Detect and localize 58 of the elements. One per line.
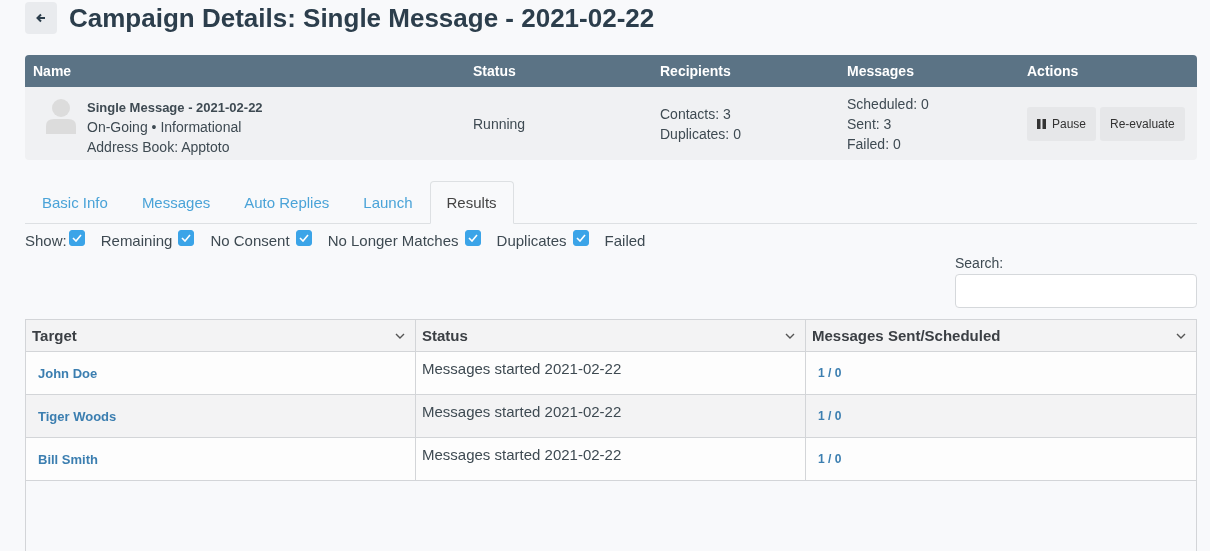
page-title: Campaign Details: Single Message - 2021-02-22 xyxy=(69,2,655,34)
recipient-count: Contacts: 3 xyxy=(660,105,731,122)
checkbox[interactable] xyxy=(464,229,481,246)
checkbox[interactable] xyxy=(572,229,589,246)
column-header[interactable]: Messages Sent/Scheduled xyxy=(806,320,1196,351)
tab[interactable]: Results xyxy=(429,181,514,224)
checkbox-label: Duplicates xyxy=(496,232,567,249)
message-count: Sent: 3 xyxy=(847,115,892,132)
checkmark-icon xyxy=(71,233,82,242)
pause-icon xyxy=(1037,118,1046,129)
chevron-down-icon xyxy=(1176,332,1186,339)
tab[interactable]: Launch xyxy=(346,181,430,224)
checkmark-icon xyxy=(575,233,586,242)
column-header[interactable]: Target xyxy=(26,320,416,351)
messages-link[interactable]: 1 / 0 xyxy=(818,452,842,466)
tab[interactable]: Auto Replies xyxy=(227,181,347,224)
table-cell: Messages started 2021-02-22 xyxy=(416,352,806,394)
campaign-type: On-Going • Informational xyxy=(87,119,243,135)
tab[interactable]: Basic Info xyxy=(25,181,125,224)
checkmark-icon xyxy=(298,233,309,242)
table-cell: Messages started 2021-02-22 xyxy=(416,438,806,480)
campaign-name: Single Message - 2021-02-22 xyxy=(87,100,263,115)
checkbox-label: No Longer Matches xyxy=(327,232,459,249)
column-header[interactable]: Status xyxy=(416,320,806,351)
recipient-count: Duplicates: 0 xyxy=(660,125,741,142)
target-link[interactable]: John Doe xyxy=(38,365,98,381)
column-header: Status xyxy=(472,63,517,79)
checkbox[interactable] xyxy=(295,229,312,246)
column-header: Messages xyxy=(846,63,915,79)
back-arrow-icon xyxy=(36,13,46,23)
status-text: Running xyxy=(473,115,526,132)
target-link[interactable]: Tiger Woods xyxy=(38,408,117,424)
checkbox-label: No Consent xyxy=(210,232,290,249)
target-link[interactable]: Bill Smith xyxy=(38,451,98,467)
column-header: Actions xyxy=(1027,63,1080,79)
back-button[interactable] xyxy=(25,2,57,34)
chevron-down-icon xyxy=(785,332,795,339)
column-header: Recipients xyxy=(659,63,732,79)
chevron-down-icon xyxy=(395,332,405,339)
checkbox-label: Remaining xyxy=(100,232,173,249)
filter-label: Show: xyxy=(25,232,67,249)
message-count: Failed: 0 xyxy=(847,135,901,152)
checkmark-icon xyxy=(181,233,192,242)
table-cell: Messages started 2021-02-22 xyxy=(416,395,806,437)
messages-link[interactable]: 1 / 0 xyxy=(818,409,842,423)
checkmark-icon xyxy=(467,233,478,242)
checkbox[interactable] xyxy=(68,229,85,246)
search-field[interactable] xyxy=(955,274,1197,308)
action-button[interactable]: Re-evaluate xyxy=(1100,106,1185,141)
checkbox-label: Failed xyxy=(604,232,646,249)
column-header: Name xyxy=(32,63,73,79)
messages-link[interactable]: 1 / 0 xyxy=(818,366,842,380)
search-label: Search: xyxy=(955,255,1004,271)
tab[interactable]: Messages xyxy=(124,181,228,224)
address-book: Address Book: Apptoto xyxy=(87,139,231,155)
checkbox[interactable] xyxy=(178,229,195,246)
message-count: Scheduled: 0 xyxy=(847,95,929,112)
pause-button[interactable]: Pause xyxy=(1027,106,1097,141)
